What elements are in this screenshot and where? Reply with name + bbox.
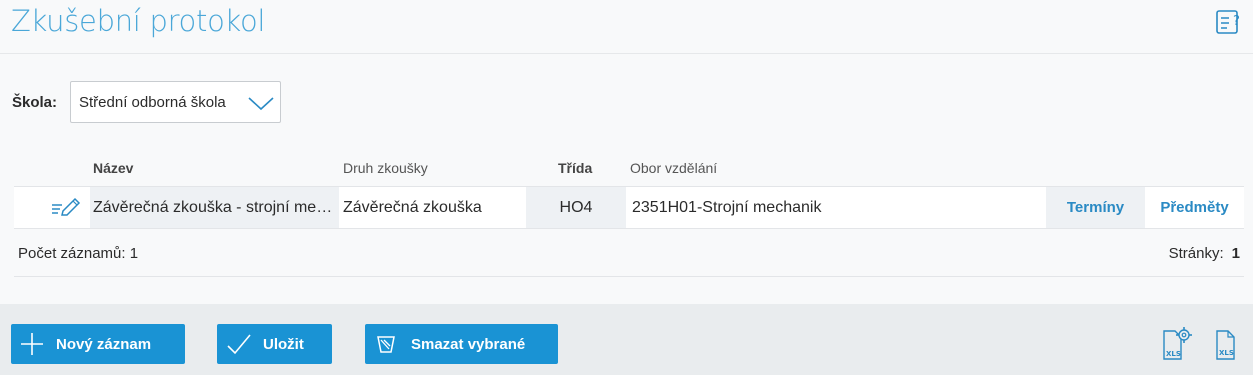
new-record-label: Nový záznam bbox=[56, 336, 152, 353]
page-number-current[interactable]: 1 bbox=[1232, 245, 1240, 262]
row-exam-type: Závěrečná zkouška bbox=[343, 199, 482, 216]
plus-icon bbox=[21, 333, 43, 355]
row-field: 2351H01-Strojní mechanik bbox=[632, 199, 822, 216]
chevron-down-icon bbox=[248, 97, 274, 111]
record-count: Počet záznamů: 1 bbox=[18, 245, 139, 262]
row-name: Závěrečná zkouška - strojní me… bbox=[90, 187, 339, 228]
column-header-field[interactable]: Obor vzdělání bbox=[630, 160, 717, 176]
svg-text:XLS: XLS bbox=[1219, 349, 1234, 357]
xls-file-icon[interactable]: XLS bbox=[1212, 325, 1244, 361]
column-header-exam-type[interactable]: Druh zkoušky bbox=[343, 160, 428, 176]
school-select[interactable]: Střední odborná škola bbox=[70, 81, 281, 123]
delete-selected-label: Smazat vybrané bbox=[411, 336, 526, 353]
xls-settings-icon[interactable]: XLS bbox=[1161, 325, 1193, 361]
school-label: Škola: bbox=[12, 94, 58, 111]
table-footer: Počet záznamů: 1 Stránky: 1 bbox=[14, 229, 1244, 277]
pagination: Stránky: 1 bbox=[1169, 245, 1240, 262]
row-class: HO4 bbox=[526, 187, 626, 228]
svg-text:XLS: XLS bbox=[1166, 350, 1181, 358]
page-header: Zkušební protokol ? bbox=[0, 0, 1253, 54]
save-label: Uložit bbox=[263, 336, 304, 353]
column-header-class[interactable]: Třída bbox=[558, 160, 592, 176]
page-title: Zkušební protokol bbox=[11, 4, 266, 38]
page: Zkušební protokol ? Škola: Střední odbor… bbox=[0, 0, 1253, 375]
pages-label: Stránky: bbox=[1168, 245, 1224, 262]
column-header-name[interactable]: Název bbox=[93, 160, 133, 176]
delete-selected-button[interactable]: Smazat vybrané bbox=[365, 324, 558, 364]
table-row[interactable]: Závěrečná zkouška - strojní me… Závěrečn… bbox=[14, 187, 1244, 229]
svg-text:?: ? bbox=[1233, 14, 1240, 29]
trash-icon bbox=[377, 336, 395, 353]
save-button[interactable]: Uložit bbox=[217, 324, 332, 364]
subjects-link[interactable]: Předměty bbox=[1145, 187, 1244, 228]
new-record-button[interactable]: Nový záznam bbox=[11, 324, 185, 364]
bottom-toolbar: Nový záznam Uložit Smazat vybrané XLS XL… bbox=[0, 304, 1253, 375]
terms-link[interactable]: Termíny bbox=[1046, 187, 1145, 228]
pencil-edit-icon[interactable] bbox=[50, 197, 82, 219]
school-select-value: Střední odborná škola bbox=[79, 94, 226, 111]
table-header: Název Druh zkoušky Třída Obor vzdělání bbox=[14, 150, 1244, 187]
checkmark-icon bbox=[227, 334, 251, 355]
help-document-icon[interactable]: ? bbox=[1214, 8, 1244, 36]
